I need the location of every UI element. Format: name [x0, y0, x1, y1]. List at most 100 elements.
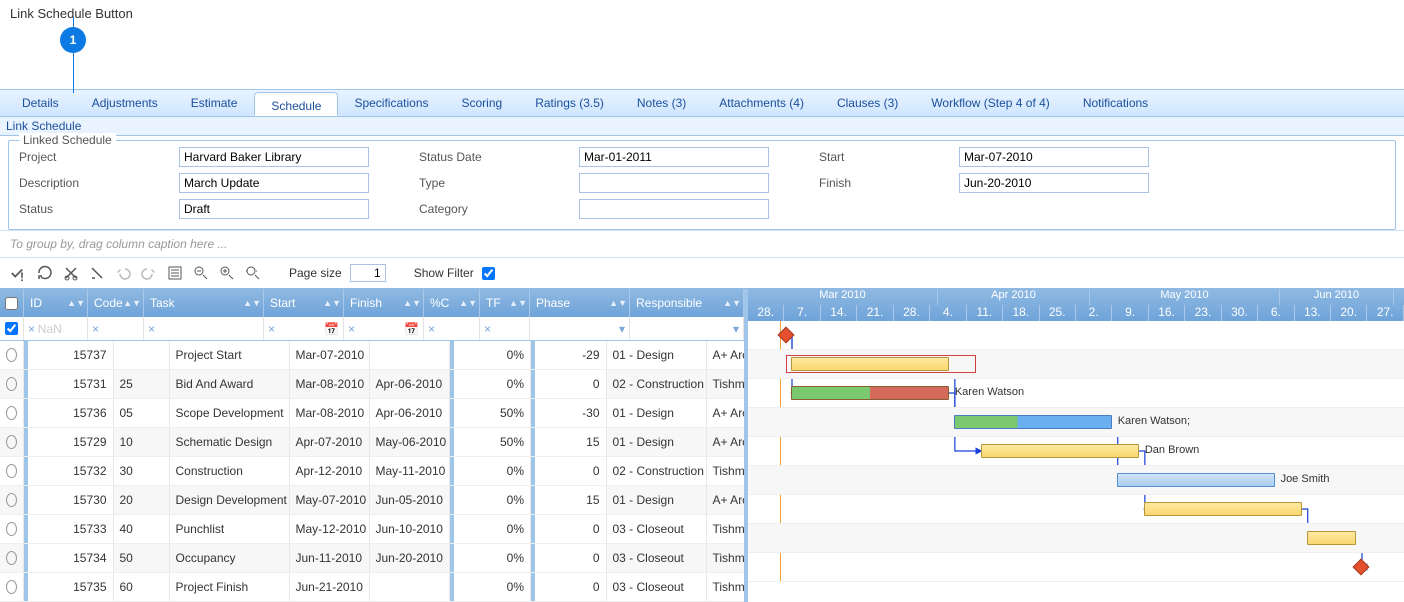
table-row[interactable]: 1573340PunchlistMay-12-2010Jun-10-20100%…: [0, 515, 744, 544]
linked-schedule-fieldset: Linked Schedule Project Status Date Star…: [8, 140, 1396, 230]
col-phase[interactable]: Phase▲▼: [530, 289, 630, 317]
filter-start[interactable]: ×📅: [264, 317, 344, 340]
filter-id[interactable]: × NaN: [24, 317, 88, 340]
start-label: Start: [819, 150, 919, 164]
filter-task[interactable]: ×: [144, 317, 264, 340]
lines-icon[interactable]: [166, 264, 184, 282]
table-row[interactable]: 1573560Project FinishJun-21-20100%003 - …: [0, 573, 744, 602]
gantt-bar[interactable]: [1117, 473, 1274, 487]
tab-notifications[interactable]: Notifications: [1067, 90, 1165, 116]
group-by-bar[interactable]: To group by, drag column caption here ..…: [0, 230, 1404, 257]
undo-icon[interactable]: [114, 264, 132, 282]
zoom-in-icon[interactable]: [218, 264, 236, 282]
row-select[interactable]: [6, 522, 17, 536]
col-tf[interactable]: TF▲▼: [480, 289, 530, 317]
cut-icon[interactable]: [62, 264, 80, 282]
filter-finish[interactable]: ×📅: [344, 317, 424, 340]
gantt-bar[interactable]: [791, 386, 948, 400]
table-row[interactable]: 1573020Design DevelopmentMay-07-2010Jun-…: [0, 486, 744, 515]
show-filter-checkbox[interactable]: [482, 267, 495, 280]
tab-clauses-3-[interactable]: Clauses (3): [821, 90, 915, 116]
bar-label: Joe Smith: [1281, 473, 1330, 485]
start-field[interactable]: [959, 147, 1149, 167]
filter-code[interactable]: ×: [88, 317, 144, 340]
tab-notes-3-[interactable]: Notes (3): [621, 90, 703, 116]
gantt-bar[interactable]: [981, 444, 1138, 458]
col-responsible[interactable]: Responsible▲▼: [630, 289, 744, 317]
finish-field[interactable]: [959, 173, 1149, 193]
page-size-input[interactable]: [350, 264, 386, 282]
gantt-row: Karen Watson: [748, 379, 1404, 408]
col-id[interactable]: ID▲▼: [24, 289, 88, 317]
table-row[interactable]: 1572910Schematic DesignApr-07-2010May-06…: [0, 428, 744, 457]
row-select[interactable]: [6, 348, 17, 362]
table-row[interactable]: 1573230ConstructionApr-12-2010May-11-201…: [0, 457, 744, 486]
gantt-row: [748, 350, 1404, 379]
tab-attachments-4-[interactable]: Attachments (4): [703, 90, 821, 116]
table-row[interactable]: 1573605Scope DevelopmentMar-08-2010Apr-0…: [0, 399, 744, 428]
gantt-row: Karen Watson;: [748, 408, 1404, 437]
tab-adjustments[interactable]: Adjustments: [76, 90, 175, 116]
day-header: 21.: [857, 305, 893, 321]
row-select[interactable]: [6, 377, 17, 391]
type-field[interactable]: [579, 173, 769, 193]
col-finish[interactable]: Finish▲▼: [344, 289, 424, 317]
day-header: 9.: [1112, 305, 1148, 321]
table-row[interactable]: 15737Project StartMar-07-20100%-2901 - D…: [0, 341, 744, 370]
status-date-field[interactable]: [579, 147, 769, 167]
zoom-fit-icon[interactable]: [244, 264, 262, 282]
copy-icon[interactable]: [88, 264, 106, 282]
row-select[interactable]: [6, 551, 17, 565]
filter-phase[interactable]: ▾: [530, 317, 630, 340]
category-field[interactable]: [579, 199, 769, 219]
description-field[interactable]: [179, 173, 369, 193]
status-field[interactable]: [179, 199, 369, 219]
select-all-checkbox[interactable]: [5, 297, 18, 310]
row-select[interactable]: [6, 464, 17, 478]
grid-panel: ID▲▼ Code▲▼ Task▲▼ Start▲▼ Finish▲▼ %C▲▼…: [0, 289, 744, 602]
tab-scoring[interactable]: Scoring: [446, 90, 520, 116]
row-select[interactable]: [6, 435, 17, 449]
day-header: 23.: [1185, 305, 1221, 321]
tab-specifications[interactable]: Specifications: [338, 90, 445, 116]
table-row[interactable]: 1573125Bid And AwardMar-08-2010Apr-06-20…: [0, 370, 744, 399]
row-select[interactable]: [6, 406, 17, 420]
bar-label: Karen Watson: [955, 386, 1024, 398]
col-pc[interactable]: %C▲▼: [424, 289, 480, 317]
filter-pc[interactable]: ×: [424, 317, 480, 340]
show-filter-label: Show Filter: [414, 266, 474, 280]
col-task[interactable]: Task▲▼: [144, 289, 264, 317]
tab-workflow-step-4-of-4-[interactable]: Workflow (Step 4 of 4): [915, 90, 1067, 116]
filter-responsible[interactable]: ▾: [630, 317, 744, 340]
tab-schedule[interactable]: Schedule: [254, 92, 338, 116]
tab-estimate[interactable]: Estimate: [175, 90, 255, 116]
filter-row: × NaN × × ×📅 ×📅 × × ▾ ▾: [0, 317, 744, 341]
row-select[interactable]: [6, 493, 17, 507]
project-field[interactable]: [179, 147, 369, 167]
col-start[interactable]: Start▲▼: [264, 289, 344, 317]
month-header: Jun 2010: [1280, 289, 1394, 305]
day-header: 30.: [1222, 305, 1258, 321]
gantt-row: [748, 495, 1404, 524]
filter-tf[interactable]: ×: [480, 317, 530, 340]
milestone[interactable]: [1353, 559, 1370, 576]
link-schedule-button[interactable]: Link Schedule: [6, 119, 81, 133]
apply-icon[interactable]: !: [10, 264, 28, 282]
milestone[interactable]: [778, 327, 795, 344]
gantt-row: Dan Brown: [748, 437, 1404, 466]
page-size-label: Page size: [289, 266, 342, 280]
table-row[interactable]: 1573450OccupancyJun-11-2010Jun-20-20100%…: [0, 544, 744, 573]
redo-icon[interactable]: [140, 264, 158, 282]
gantt-bar[interactable]: [1307, 531, 1356, 545]
col-code[interactable]: Code▲▼: [88, 289, 144, 317]
row-select[interactable]: [6, 580, 17, 594]
tab-details[interactable]: Details: [6, 90, 76, 116]
zoom-out-icon[interactable]: [192, 264, 210, 282]
filter-row-checkbox[interactable]: [5, 322, 18, 335]
refresh-icon[interactable]: [36, 264, 54, 282]
gantt-bar[interactable]: [954, 415, 1111, 429]
day-header: 25.: [1040, 305, 1076, 321]
callout-badge: 1: [60, 27, 86, 53]
tab-ratings-3-5-[interactable]: Ratings (3.5): [519, 90, 621, 116]
gantt-bar[interactable]: [1144, 502, 1301, 516]
